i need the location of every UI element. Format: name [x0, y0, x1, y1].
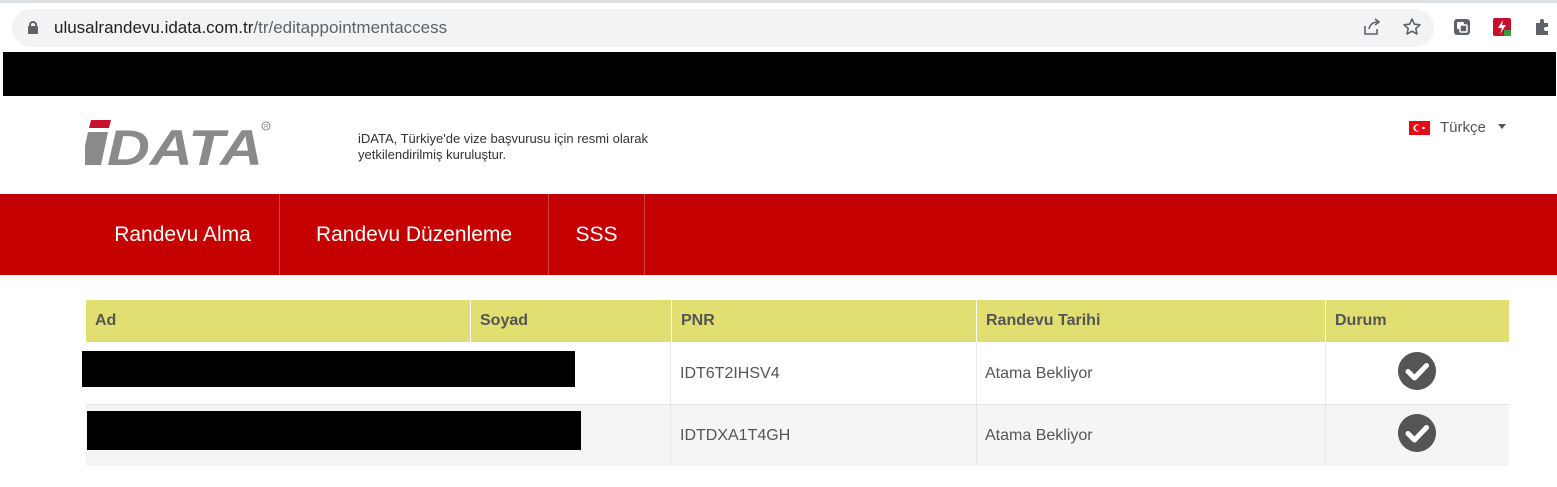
date-cell: Atama Bekliyor: [985, 426, 1093, 444]
chevron-down-icon: [1497, 124, 1506, 129]
column-header-randevu-tarihi: Randevu Tarihi: [986, 312, 1101, 329]
puzzle-icon[interactable]: [1532, 17, 1552, 37]
turkish-flag-icon: [1409, 120, 1430, 135]
svg-text:R: R: [264, 125, 269, 131]
flash-extension-icon[interactable]: [1492, 17, 1512, 37]
nav-item-sss[interactable]: SSS: [549, 194, 644, 275]
svg-text:DATA: DATA: [107, 120, 263, 169]
pnr-cell: IDTDXA1T4GH: [680, 426, 791, 444]
url-host: ulusalrandevu.idata.com.tr: [54, 18, 254, 37]
language-label: Türkçe: [1440, 119, 1486, 136]
url-text[interactable]: ulusalrandevu.idata.com.tr/tr/editappoin…: [54, 18, 447, 38]
extension-icon[interactable]: [1452, 17, 1472, 37]
nav-item-randevu-duzenleme[interactable]: Randevu Düzenleme: [280, 194, 548, 275]
check-circle-icon[interactable]: [1398, 352, 1436, 390]
redacted-name: [87, 411, 581, 450]
idata-logo[interactable]: DATA R: [85, 117, 275, 169]
url-path: /tr/editappointmentaccess: [253, 18, 448, 37]
browser-chrome: ulusalrandevu.idata.com.tr/tr/editappoin…: [0, 0, 1557, 52]
column-header-soyad: Soyad: [480, 312, 529, 329]
lock-icon[interactable]: [28, 21, 38, 34]
date-cell: Atama Bekliyor: [985, 364, 1093, 382]
share-icon[interactable]: [1362, 17, 1382, 37]
check-circle-icon[interactable]: [1398, 414, 1436, 452]
nav-divider: [644, 194, 645, 275]
column-header-pnr: PNR: [681, 312, 715, 329]
language-selector[interactable]: Türkçe: [1409, 119, 1506, 136]
column-header-ad: Ad: [95, 312, 117, 329]
redacted-name: [82, 351, 575, 387]
table-header: Ad Soyad PNR Randevu Tarihi Durum: [86, 300, 1509, 342]
tab-strip-edge: [0, 0, 1557, 3]
redacted-region: [3, 52, 1556, 96]
pnr-cell: IDT6T2IHSV4: [680, 364, 780, 382]
column-header-durum: Durum: [1335, 312, 1387, 329]
nav-item-randevu-alma[interactable]: Randevu Alma: [86, 194, 279, 275]
main-nav: Randevu Alma Randevu Düzenleme SSS: [0, 194, 1557, 275]
bookmark-star-icon[interactable]: [1402, 17, 1422, 37]
site-tagline: iDATA, Türkiye'de vize başvurusu için re…: [358, 131, 649, 162]
